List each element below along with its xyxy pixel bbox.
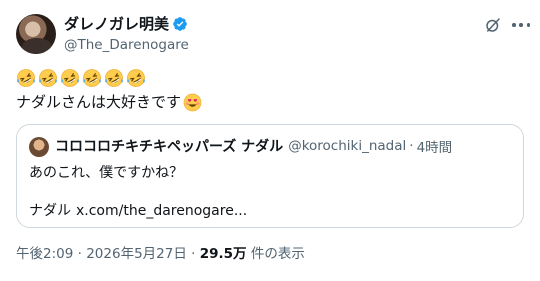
grok-icon[interactable] xyxy=(484,16,502,34)
quoted-post[interactable]: コロコロチキチキペッパーズ ナダル @korochiki_nadal · 4時間… xyxy=(16,124,524,228)
heart-eyes-face-icon xyxy=(183,93,202,111)
rolling-on-floor-laughing-icon xyxy=(39,69,57,87)
rolling-on-floor-laughing-icon xyxy=(61,69,79,87)
quoted-author-name: コロコロチキチキペッパーズ ナダル xyxy=(55,139,284,155)
post-emoji-row xyxy=(16,68,146,88)
post-time[interactable]: 午後2:09 xyxy=(16,246,73,262)
post-text-content: ナダルさんは大好きです xyxy=(16,93,182,111)
post-date[interactable]: 2026年5月27日 xyxy=(86,246,187,262)
author-name-row: ダレノガレ明美 xyxy=(64,14,188,34)
quoted-text-line1: あのこれ、僕ですかね？ xyxy=(29,165,184,181)
verified-badge-icon xyxy=(173,17,187,31)
quoted-text-label: ナダル xyxy=(29,203,71,219)
quoted-link[interactable]: x.com/the_darenogare... xyxy=(76,203,247,219)
rolling-on-floor-laughing-icon xyxy=(127,69,145,87)
meta-separator: · xyxy=(77,246,82,262)
meta-separator-2: · xyxy=(191,246,196,262)
view-count: 29.5万 xyxy=(199,246,247,262)
quoted-separator: · xyxy=(409,138,414,154)
quoted-author-handle: @korochiki_nadal xyxy=(288,138,407,154)
author-display-name[interactable]: ダレノガレ明美 xyxy=(64,14,169,34)
rolling-on-floor-laughing-icon xyxy=(17,69,35,87)
quoted-text-line2: ナダル x.com/the_darenogare... xyxy=(29,201,247,221)
post-meta: 午後2:09 · 2026年5月27日 · 29.5万 件の表示 xyxy=(16,244,305,264)
rolling-on-floor-laughing-icon xyxy=(105,69,123,87)
author-avatar[interactable] xyxy=(16,14,56,54)
quoted-time: 4時間 xyxy=(416,140,453,156)
post-text: ナダルさんは大好きです xyxy=(16,92,202,112)
quoted-author-avatar xyxy=(29,137,49,157)
more-icon[interactable] xyxy=(512,16,530,34)
post: ダレノガレ明美 @The_Darenogare ナダルさんは大好きです コロコロ… xyxy=(0,0,540,281)
view-count-label: 件の表示 xyxy=(250,246,305,262)
author-handle[interactable]: @The_Darenogare xyxy=(64,36,189,54)
quoted-header: コロコロチキチキペッパーズ ナダル @korochiki_nadal · 4時間 xyxy=(55,136,452,156)
rolling-on-floor-laughing-icon xyxy=(83,69,101,87)
